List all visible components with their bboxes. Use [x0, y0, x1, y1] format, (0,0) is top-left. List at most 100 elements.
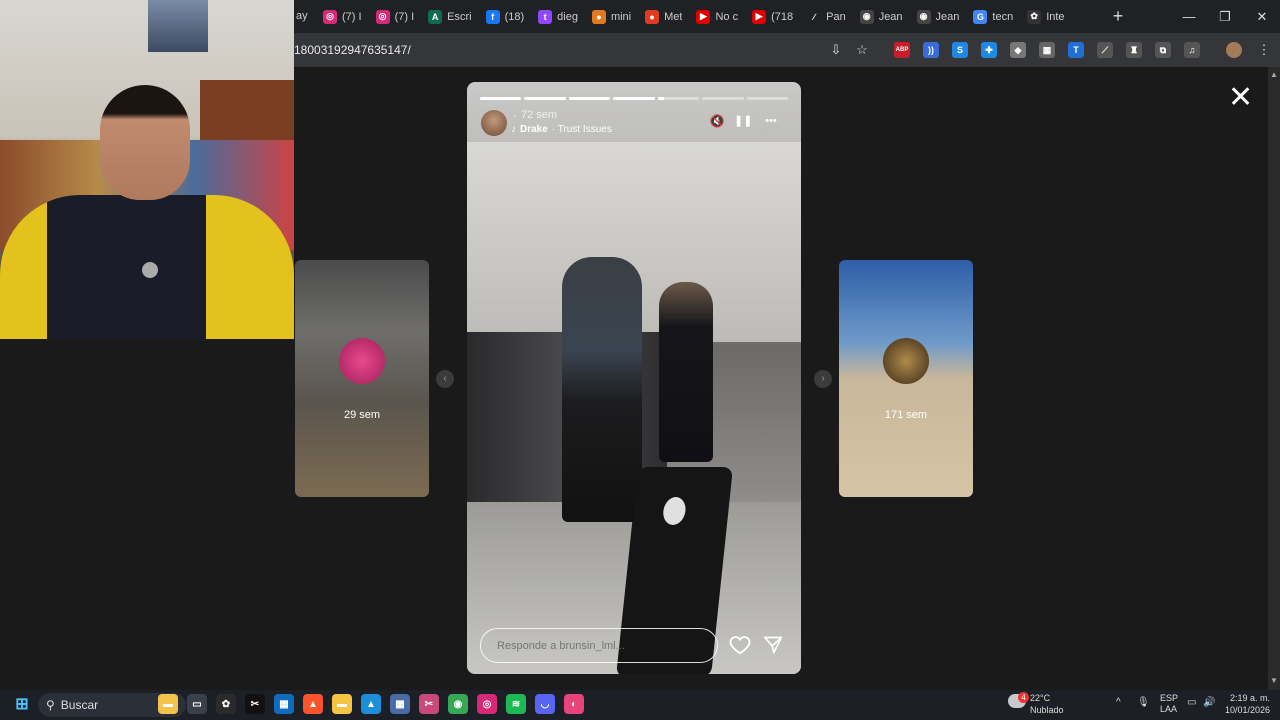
instagram-icon: ◎ [375, 9, 390, 24]
tab[interactable]: ● Met [638, 4, 689, 30]
profile-avatar[interactable] [1226, 42, 1242, 58]
facebook-icon: f [485, 9, 500, 24]
story-author-avatar[interactable] [481, 110, 507, 136]
tab[interactable]: ▶ (718 [745, 4, 800, 30]
tab[interactable]: t dieg [531, 4, 585, 30]
chatgpt-icon[interactable]: ✿ [216, 694, 236, 714]
extensions-icon[interactable]: ⧉ [1155, 42, 1171, 58]
tab-partial[interactable]: ay [294, 3, 310, 29]
progress-segment [480, 97, 522, 100]
next-story-button[interactable]: › [814, 370, 832, 388]
search-label: Buscar [60, 698, 99, 712]
media-icon[interactable]: ♫ [1184, 42, 1200, 58]
url-text: 18003192947635147/ [294, 43, 411, 57]
tab[interactable]: ◎ (7) I [316, 4, 369, 30]
story-photo-person [659, 282, 713, 462]
address-bar[interactable]: 18003192947635147/ [288, 38, 878, 62]
pause-icon[interactable]: ❚❚ [734, 112, 752, 130]
menu-dots-icon[interactable]: ⋮ [1255, 41, 1273, 59]
tab-label: dieg [557, 10, 578, 23]
shazam-icon[interactable]: S [952, 42, 968, 58]
tab[interactable]: ◉ Jean [853, 4, 910, 30]
tab[interactable]: ∕ Pan [800, 4, 853, 30]
previous-story-preview[interactable]: 29 sem [295, 260, 429, 497]
tab[interactable]: ● mini [585, 4, 638, 30]
tab[interactable]: ◎ (7) I [369, 4, 422, 30]
photos-icon[interactable]: ▲ [361, 694, 381, 714]
like-heart-icon[interactable] [729, 634, 751, 656]
webcam-poster [148, 0, 208, 52]
capcut-icon[interactable]: ✂ [245, 694, 265, 714]
bookmark-star-icon[interactable]: ☆ [853, 41, 871, 59]
brave-icon[interactable]: ▲ [303, 694, 323, 714]
previous-story-avatar [339, 338, 385, 384]
snipping-icon[interactable]: ✂ [419, 694, 439, 714]
tab[interactable]: f (18) [479, 4, 532, 30]
story-photo-person [562, 257, 642, 522]
more-options-icon[interactable]: ••• [762, 112, 780, 130]
minimize-button[interactable]: — [1170, 0, 1208, 33]
windows-start-icon[interactable]: ⊞ [12, 694, 32, 714]
tab[interactable]: ▶ No c [689, 4, 745, 30]
new-tab-button[interactable]: + [1108, 6, 1128, 26]
send-icon[interactable] [763, 635, 783, 655]
reply-input[interactable] [480, 628, 718, 663]
story-music[interactable]: ♪ Drake · Trust Issues [511, 124, 612, 135]
page-scrollbar[interactable]: ▲ ▼ [1268, 67, 1280, 690]
store-icon[interactable]: ▦ [274, 694, 294, 714]
wifi-ext-icon[interactable]: )) [923, 42, 939, 58]
progress-segment [702, 97, 744, 100]
tray-chevron-icon[interactable]: ^ [1116, 697, 1121, 708]
folder-icon[interactable]: ▬ [332, 694, 352, 714]
language-indicator[interactable]: ESP LAA [1160, 693, 1178, 715]
a-icon: A [428, 9, 443, 24]
restore-button[interactable]: ❐ [1206, 0, 1244, 33]
install-app-icon[interactable]: ⇩ [827, 41, 845, 59]
tab-label: (7) I [342, 10, 362, 23]
close-viewer-button[interactable]: ✕ [1228, 83, 1253, 113]
music-track: · Trust Issues [551, 124, 612, 135]
adblock-icon[interactable]: ABP [894, 42, 910, 58]
close-window-button[interactable]: ✕ [1243, 0, 1280, 33]
scroll-up-icon[interactable]: ▲ [1270, 71, 1278, 79]
bookmark-ext-icon[interactable]: ▦ [1039, 42, 1055, 58]
network-icon[interactable]: ▭ [1187, 697, 1196, 708]
youtube-icon: ▶ [696, 9, 711, 24]
lang-top: ESP [1160, 693, 1179, 703]
calculator-icon[interactable]: ▦ [390, 694, 410, 714]
discord-icon[interactable]: ◡ [535, 694, 555, 714]
instagram-icon[interactable]: ◎ [477, 694, 497, 714]
openai-icon: ✿ [1027, 9, 1042, 24]
mute-icon[interactable]: 🔇 [708, 112, 726, 130]
story-progress-bar [480, 97, 788, 100]
tab-label: Met [664, 10, 683, 23]
translate-ext-icon[interactable]: T [1068, 42, 1084, 58]
weather-widget[interactable]: 4 22°C Nublado [1008, 692, 1098, 718]
webcam-person-face [100, 85, 190, 200]
tab[interactable]: ✿ Inte [1020, 4, 1071, 30]
tab[interactable]: Gtecn [966, 4, 1020, 30]
tab[interactable]: ◉ Jean [910, 4, 967, 30]
previous-story-button[interactable]: ‹ [436, 370, 454, 388]
volume-icon[interactable]: 🔊 [1203, 697, 1215, 708]
spotify-icon[interactable]: ≋ [506, 694, 526, 714]
eyedropper-icon[interactable]: ⟋ [1097, 42, 1113, 58]
shield-ext-icon[interactable]: ◆ [1010, 42, 1026, 58]
app-icon[interactable]: ◐ [564, 694, 584, 714]
next-story-preview[interactable]: 171 sem [839, 260, 973, 497]
clock[interactable]: 2:19 a. m. 10/01/2026 [1224, 692, 1270, 716]
game-ext-icon[interactable]: ♜ [1126, 42, 1142, 58]
file-explorer-icon[interactable]: ▬ [158, 694, 178, 714]
globe-icon: ◉ [859, 9, 874, 24]
progress-segment [524, 97, 566, 100]
tab[interactable]: A Escri [421, 4, 478, 30]
scroll-down-icon[interactable]: ▼ [1270, 677, 1278, 685]
task-view-icon[interactable]: ▭ [187, 694, 207, 714]
current-story[interactable]: . 72 sem ♪ Drake · Trust Issues 🔇 ❚❚ ••• [467, 82, 801, 674]
progress-segment [613, 97, 655, 100]
weather-temp: 22°C [1030, 693, 1051, 703]
chrome-icon[interactable]: ◉ [448, 694, 468, 714]
next-story-avatar [883, 338, 929, 384]
microphone-icon[interactable]: 🎙 [1137, 697, 1150, 708]
puzzle-blue-icon[interactable]: ✚ [981, 42, 997, 58]
